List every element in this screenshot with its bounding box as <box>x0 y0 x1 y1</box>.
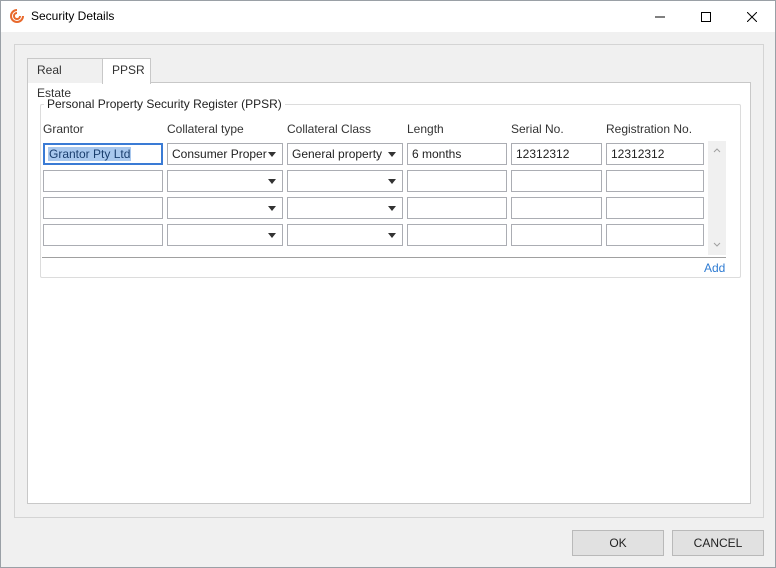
registration-no-input[interactable]: 12312312 <box>606 143 704 165</box>
window-title: Security Details <box>31 9 115 23</box>
close-icon <box>747 11 757 22</box>
serial-no-input[interactable] <box>511 170 602 192</box>
collateral-class-value: General property <box>292 147 383 161</box>
length-input[interactable] <box>407 197 507 219</box>
length-input[interactable]: 6 months <box>407 143 507 165</box>
grantor-input[interactable] <box>43 224 163 246</box>
collateral-class-select[interactable] <box>287 224 403 246</box>
registration-no-input[interactable] <box>606 170 704 192</box>
serial-no-input[interactable]: 12312312 <box>511 143 602 165</box>
column-header-collateral-type: Collateral type <box>167 122 244 136</box>
column-header-serial-no: Serial No. <box>511 122 564 136</box>
serial-no-input[interactable] <box>511 224 602 246</box>
column-header-registration-no: Registration No. <box>606 122 693 136</box>
ok-button[interactable]: OK <box>572 530 664 556</box>
length-input[interactable] <box>407 170 507 192</box>
grantor-input[interactable] <box>43 170 163 192</box>
swirl-logo-icon <box>9 8 25 24</box>
collateral-type-select[interactable] <box>167 197 283 219</box>
vertical-scrollbar[interactable] <box>708 141 726 255</box>
column-header-length: Length <box>407 122 444 136</box>
tab-real-estate[interactable]: Real Estate <box>27 58 103 100</box>
minimize-icon <box>655 16 665 17</box>
minimize-button[interactable] <box>637 1 683 32</box>
collateral-class-select[interactable] <box>287 170 403 192</box>
scroll-down-icon <box>713 242 721 247</box>
collateral-type-select[interactable]: Consumer Proper <box>167 143 283 165</box>
maximize-icon <box>701 11 711 22</box>
grantor-input[interactable] <box>43 197 163 219</box>
title-bar[interactable]: Security Details <box>1 1 775 32</box>
collateral-type-select[interactable] <box>167 224 283 246</box>
security-details-window: Security Details Real Estate PPSR Person… <box>0 0 776 568</box>
grantor-value: Grantor Pty Ltd <box>48 147 132 161</box>
collateral-class-select[interactable] <box>287 197 403 219</box>
close-button[interactable] <box>729 1 775 32</box>
collateral-type-value: Consumer Proper <box>172 147 267 161</box>
maximize-button[interactable] <box>683 1 729 32</box>
length-input[interactable] <box>407 224 507 246</box>
column-header-collateral-class: Collateral Class <box>287 122 372 136</box>
cancel-button[interactable]: CANCEL <box>672 530 764 556</box>
grantor-input[interactable]: Grantor Pty Ltd <box>43 143 163 165</box>
scroll-up-icon <box>713 148 721 153</box>
ppsr-group-title: Personal Property Security Register (PPS… <box>44 97 285 111</box>
grid-separator <box>42 257 726 258</box>
tab-ppsr[interactable]: PPSR <box>102 58 151 84</box>
registration-no-input[interactable] <box>606 224 704 246</box>
column-header-grantor: Grantor <box>43 122 84 136</box>
collateral-type-select[interactable] <box>167 170 283 192</box>
registration-no-input[interactable] <box>606 197 704 219</box>
add-row-link[interactable]: Add <box>704 261 725 275</box>
collateral-class-select[interactable]: General property <box>287 143 403 165</box>
serial-no-input[interactable] <box>511 197 602 219</box>
